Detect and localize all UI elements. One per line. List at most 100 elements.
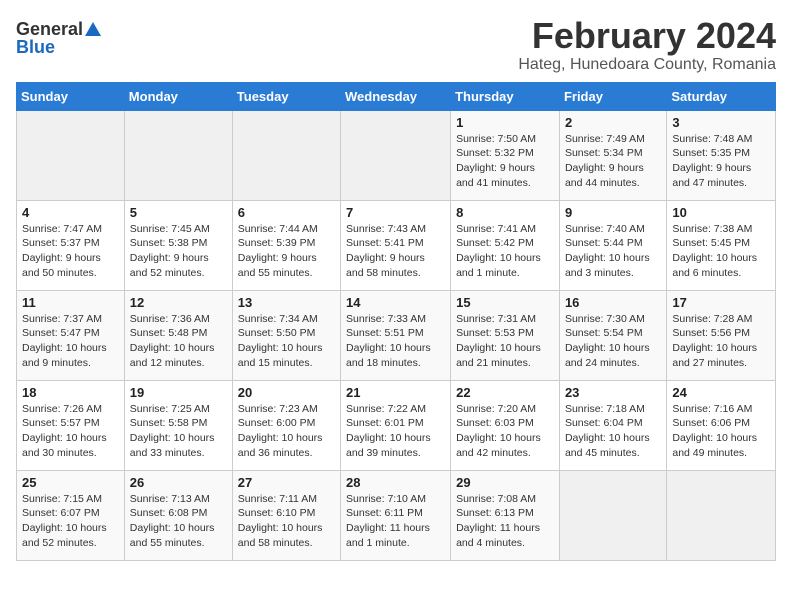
day-cell: 29 Sunrise: 7:08 AMSunset: 6:13 PMDayligh… bbox=[451, 470, 560, 560]
day-number: 3 bbox=[672, 115, 770, 130]
calendar-table: SundayMondayTuesdayWednesdayThursdayFrid… bbox=[16, 82, 776, 561]
week-row-5: 25 Sunrise: 7:15 AMSunset: 6:07 PMDayligh… bbox=[17, 470, 776, 560]
logo-blue-text: Blue bbox=[16, 38, 55, 56]
day-detail: Sunrise: 7:18 AMSunset: 6:04 PMDaylight:… bbox=[565, 402, 661, 461]
day-cell: 26 Sunrise: 7:13 AMSunset: 6:08 PMDayligh… bbox=[124, 470, 232, 560]
day-cell bbox=[559, 470, 666, 560]
day-number: 25 bbox=[22, 475, 119, 490]
week-row-2: 4 Sunrise: 7:47 AMSunset: 5:37 PMDaylight… bbox=[17, 200, 776, 290]
day-number: 6 bbox=[238, 205, 335, 220]
day-number: 8 bbox=[456, 205, 554, 220]
day-cell: 12 Sunrise: 7:36 AMSunset: 5:48 PMDayligh… bbox=[124, 290, 232, 380]
day-cell: 18 Sunrise: 7:26 AMSunset: 5:57 PMDayligh… bbox=[17, 380, 125, 470]
day-number: 23 bbox=[565, 385, 661, 400]
day-detail: Sunrise: 7:33 AMSunset: 5:51 PMDaylight:… bbox=[346, 312, 445, 371]
day-number: 13 bbox=[238, 295, 335, 310]
day-detail: Sunrise: 7:13 AMSunset: 6:08 PMDaylight:… bbox=[130, 492, 227, 551]
week-row-4: 18 Sunrise: 7:26 AMSunset: 5:57 PMDayligh… bbox=[17, 380, 776, 470]
day-number: 20 bbox=[238, 385, 335, 400]
day-detail: Sunrise: 7:10 AMSunset: 6:11 PMDaylight:… bbox=[346, 492, 445, 551]
day-detail: Sunrise: 7:26 AMSunset: 5:57 PMDaylight:… bbox=[22, 402, 119, 461]
calendar-header-row: SundayMondayTuesdayWednesdayThursdayFrid… bbox=[17, 82, 776, 110]
day-cell: 11Sunrise: 7:37 AMSunset: 5:47 PMDayligh… bbox=[17, 290, 125, 380]
day-cell: 23 Sunrise: 7:18 AMSunset: 6:04 PMDayligh… bbox=[559, 380, 666, 470]
day-cell: 25 Sunrise: 7:15 AMSunset: 6:07 PMDayligh… bbox=[17, 470, 125, 560]
day-cell: 7 Sunrise: 7:43 AMSunset: 5:41 PMDaylight… bbox=[341, 200, 451, 290]
day-cell: 2 Sunrise: 7:49 AMSunset: 5:34 PMDaylight… bbox=[559, 110, 666, 200]
header-saturday: Saturday bbox=[667, 82, 776, 110]
day-number: 27 bbox=[238, 475, 335, 490]
day-detail: Sunrise: 7:36 AMSunset: 5:48 PMDaylight:… bbox=[130, 312, 227, 371]
day-cell: 15 Sunrise: 7:31 AMSunset: 5:53 PMDayligh… bbox=[451, 290, 560, 380]
day-detail: Sunrise: 7:38 AMSunset: 5:45 PMDaylight:… bbox=[672, 222, 770, 281]
day-detail: Sunrise: 7:49 AMSunset: 5:34 PMDaylight:… bbox=[565, 132, 661, 191]
day-detail: Sunrise: 7:22 AMSunset: 6:01 PMDaylight:… bbox=[346, 402, 445, 461]
day-number: 19 bbox=[130, 385, 227, 400]
week-row-3: 11Sunrise: 7:37 AMSunset: 5:47 PMDayligh… bbox=[17, 290, 776, 380]
day-number: 18 bbox=[22, 385, 119, 400]
day-detail: Sunrise: 7:23 AMSunset: 6:00 PMDaylight:… bbox=[238, 402, 335, 461]
day-cell: 19Sunrise: 7:25 AMSunset: 5:58 PMDayligh… bbox=[124, 380, 232, 470]
day-cell: 10 Sunrise: 7:38 AMSunset: 5:45 PMDayligh… bbox=[667, 200, 776, 290]
day-number: 22 bbox=[456, 385, 554, 400]
day-number: 7 bbox=[346, 205, 445, 220]
logo: General Blue bbox=[16, 16, 101, 56]
day-number: 15 bbox=[456, 295, 554, 310]
day-detail: Sunrise: 7:40 AMSunset: 5:44 PMDaylight:… bbox=[565, 222, 661, 281]
day-cell bbox=[667, 470, 776, 560]
day-cell bbox=[124, 110, 232, 200]
header-wednesday: Wednesday bbox=[341, 82, 451, 110]
day-cell: 28 Sunrise: 7:10 AMSunset: 6:11 PMDayligh… bbox=[341, 470, 451, 560]
day-detail: Sunrise: 7:20 AMSunset: 6:03 PMDaylight:… bbox=[456, 402, 554, 461]
day-number: 5 bbox=[130, 205, 227, 220]
logo-triangle-icon bbox=[85, 22, 101, 36]
day-detail: Sunrise: 7:50 AMSunset: 5:32 PMDaylight:… bbox=[456, 132, 554, 191]
day-cell: 14Sunrise: 7:33 AMSunset: 5:51 PMDayligh… bbox=[341, 290, 451, 380]
day-number: 16 bbox=[565, 295, 661, 310]
header-friday: Friday bbox=[559, 82, 666, 110]
day-number: 2 bbox=[565, 115, 661, 130]
day-cell: 13 Sunrise: 7:34 AMSunset: 5:50 PMDayligh… bbox=[232, 290, 340, 380]
day-cell: 5 Sunrise: 7:45 AMSunset: 5:38 PMDaylight… bbox=[124, 200, 232, 290]
calendar-location: Hateg, Hunedoara County, Romania bbox=[518, 56, 776, 74]
day-cell: 22 Sunrise: 7:20 AMSunset: 6:03 PMDayligh… bbox=[451, 380, 560, 470]
day-detail: Sunrise: 7:11 AMSunset: 6:10 PMDaylight:… bbox=[238, 492, 335, 551]
day-number: 9 bbox=[565, 205, 661, 220]
day-number: 28 bbox=[346, 475, 445, 490]
day-detail: Sunrise: 7:44 AMSunset: 5:39 PMDaylight:… bbox=[238, 222, 335, 281]
day-detail: Sunrise: 7:47 AMSunset: 5:37 PMDaylight:… bbox=[22, 222, 119, 281]
day-detail: Sunrise: 7:30 AMSunset: 5:54 PMDaylight:… bbox=[565, 312, 661, 371]
week-row-1: 1Sunrise: 7:50 AMSunset: 5:32 PMDaylight… bbox=[17, 110, 776, 200]
day-cell: 24Sunrise: 7:16 AMSunset: 6:06 PMDayligh… bbox=[667, 380, 776, 470]
day-detail: Sunrise: 7:43 AMSunset: 5:41 PMDaylight:… bbox=[346, 222, 445, 281]
header-monday: Monday bbox=[124, 82, 232, 110]
day-cell: 1Sunrise: 7:50 AMSunset: 5:32 PMDaylight… bbox=[451, 110, 560, 200]
day-cell: 21 Sunrise: 7:22 AMSunset: 6:01 PMDayligh… bbox=[341, 380, 451, 470]
day-detail: Sunrise: 7:34 AMSunset: 5:50 PMDaylight:… bbox=[238, 312, 335, 371]
day-number: 4 bbox=[22, 205, 119, 220]
page-header: General Blue February 2024 Hateg, Hunedo… bbox=[16, 16, 776, 74]
day-detail: Sunrise: 7:48 AMSunset: 5:35 PMDaylight:… bbox=[672, 132, 770, 191]
day-cell: 8 Sunrise: 7:41 AMSunset: 5:42 PMDaylight… bbox=[451, 200, 560, 290]
day-cell bbox=[232, 110, 340, 200]
day-number: 12 bbox=[130, 295, 227, 310]
header-tuesday: Tuesday bbox=[232, 82, 340, 110]
day-detail: Sunrise: 7:08 AMSunset: 6:13 PMDaylight:… bbox=[456, 492, 554, 551]
day-detail: Sunrise: 7:45 AMSunset: 5:38 PMDaylight:… bbox=[130, 222, 227, 281]
day-cell: 9 Sunrise: 7:40 AMSunset: 5:44 PMDaylight… bbox=[559, 200, 666, 290]
day-detail: Sunrise: 7:15 AMSunset: 6:07 PMDaylight:… bbox=[22, 492, 119, 551]
day-cell: 20 Sunrise: 7:23 AMSunset: 6:00 PMDayligh… bbox=[232, 380, 340, 470]
day-number: 17 bbox=[672, 295, 770, 310]
header-thursday: Thursday bbox=[451, 82, 560, 110]
day-number: 10 bbox=[672, 205, 770, 220]
calendar-title: February 2024 bbox=[518, 16, 776, 56]
day-cell: 3 Sunrise: 7:48 AMSunset: 5:35 PMDaylight… bbox=[667, 110, 776, 200]
day-detail: Sunrise: 7:41 AMSunset: 5:42 PMDaylight:… bbox=[456, 222, 554, 281]
day-number: 29 bbox=[456, 475, 554, 490]
day-detail: Sunrise: 7:16 AMSunset: 6:06 PMDaylight:… bbox=[672, 402, 770, 461]
day-detail: Sunrise: 7:31 AMSunset: 5:53 PMDaylight:… bbox=[456, 312, 554, 371]
day-number: 21 bbox=[346, 385, 445, 400]
day-number: 26 bbox=[130, 475, 227, 490]
day-cell bbox=[17, 110, 125, 200]
day-cell: 16 Sunrise: 7:30 AMSunset: 5:54 PMDayligh… bbox=[559, 290, 666, 380]
